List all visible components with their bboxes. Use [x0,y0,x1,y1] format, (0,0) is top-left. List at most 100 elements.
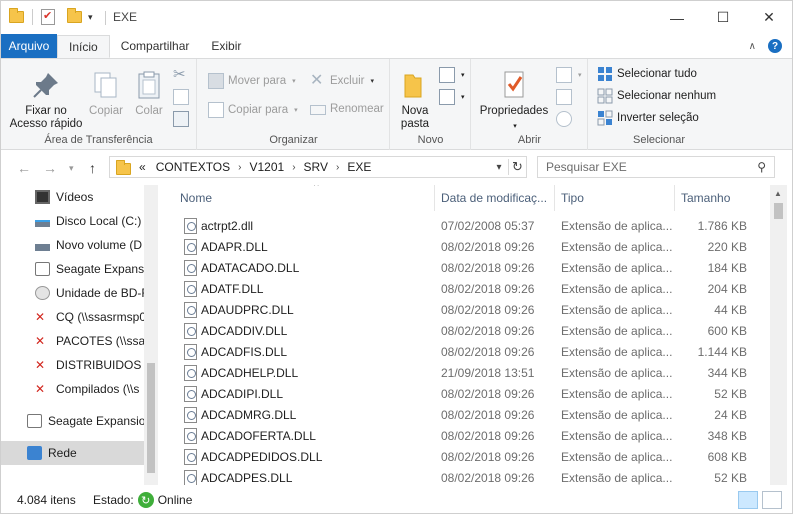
nav-item-pacotes[interactable]: ✕ PACOTES (\\ssas [1,329,144,353]
column-header-size[interactable]: Tamanho [675,185,755,211]
copy-to-button[interactable]: Copiar para ▾ [208,102,298,118]
nav-item-seagate-expansion-root[interactable]: Seagate Expansion [1,409,144,433]
breadcrumb-item[interactable]: EXE [347,160,371,174]
table-row[interactable]: ADCADMRG.DLL 08/02/2018 09:26 Extensão de … [158,405,770,426]
scroll-up-icon[interactable]: ▲ [774,189,782,198]
file-name: actrpt2.dll [201,219,254,233]
help-icon[interactable]: ? [768,39,782,53]
tab-share[interactable]: Compartilhar [110,34,201,58]
tab-home[interactable]: Início [57,35,110,58]
delete-button[interactable]: ✕ Excluir ▾ [310,73,374,89]
file-size: 220 KB [707,240,747,254]
file-modified: 08/02/2018 09:26 [441,261,535,275]
large-icons-view-icon[interactable] [762,491,782,509]
address-bar[interactable]: « CONTEXTOS › V1201 › SRV › EXE ▾ ↻ [109,156,527,178]
ribbon: Fixar no Acesso rápido Copiar Colar ✂ Ár… [1,58,792,150]
nav-item-volume-d[interactable]: Novo volume (D [1,233,144,257]
nav-item-network[interactable]: Rede [1,441,144,465]
new-item-button[interactable]: ▾ [439,67,465,83]
select-none-button[interactable]: Selecionar nenhum [597,88,716,104]
window-controls: — ☐ ✕ [654,1,792,34]
table-row[interactable]: ADCADPEDIDOS.DLL 08/02/2018 09:26 Extensão… [158,447,770,468]
copy-to-icon [208,102,224,118]
copy-button[interactable]: Copiar [85,69,127,118]
scrollbar-thumb[interactable] [774,203,783,219]
maximize-button[interactable]: ☐ [700,1,746,34]
open-button[interactable]: ▾ [556,67,582,83]
nav-item-cq[interactable]: ✕ CQ (\\ssasrmsp0 [1,305,144,329]
table-row[interactable]: ADAPR.DLL 08/02/2018 09:26 Extensão de apl… [158,237,770,258]
nav-item-local-disk-c[interactable]: Disco Local (C:) [1,209,144,233]
select-all-button[interactable]: Selecionar tudo [597,66,697,82]
chevron-up-icon[interactable]: ∧ [749,41,756,52]
file-size: 1.144 KB [697,345,747,359]
refresh-icon[interactable]: ↻ [508,159,526,175]
window-title: EXE [113,10,138,24]
history-button[interactable] [556,111,572,127]
tab-view[interactable]: Exibir [200,34,252,58]
file-name: ADCADDIV.DLL [201,324,288,338]
new-folder-quick-icon[interactable] [67,8,82,23]
nav-item-bd-drive[interactable]: Unidade de BD-R [1,281,144,305]
back-arrow-icon[interactable]: ← [17,160,31,176]
forward-arrow-icon[interactable]: → [43,160,57,176]
easy-access-button[interactable]: ▾ [439,89,465,105]
file-list-scrollbar[interactable]: ▲ [770,185,787,485]
nav-item-compilados[interactable]: ✕ Compilados (\\s [1,377,144,401]
file-type: Extensão de aplica... [561,324,673,338]
invert-selection-button[interactable]: Inverter seleção [597,110,699,126]
dll-file-icon [184,470,197,485]
chevron-right-icon[interactable]: › [336,162,339,173]
table-row[interactable]: actrpt2.dll 07/02/2008 05:37 Extensão de a… [158,216,770,237]
table-row[interactable]: ADATACADO.DLL 08/02/2018 09:26 Extensão de… [158,258,770,279]
recent-locations-icon[interactable]: ▾ [69,163,74,174]
breadcrumb-overflow[interactable]: « [139,160,146,174]
table-row[interactable]: ADCADOFERTA.DLL 08/02/2018 09:26 Extensão … [158,426,770,447]
dll-file-icon [184,218,197,234]
up-arrow-icon[interactable]: ↑ [89,160,96,176]
properties-button[interactable]: Propriedades ▾ [478,69,550,133]
column-header-type[interactable]: Tipo [555,185,675,211]
column-header-name[interactable]: ^ Nome [174,185,435,211]
close-button[interactable]: ✕ [746,1,792,34]
table-row[interactable]: ADCADFIS.DLL 08/02/2018 09:26 Extensão de … [158,342,770,363]
customize-toolbar-arrow-icon[interactable]: ▾ [88,12,93,23]
breadcrumb-item[interactable]: SRV [304,160,328,174]
table-row[interactable]: ADATF.DLL 08/02/2018 09:26 Extensão de apl… [158,279,770,300]
table-row[interactable]: ADCADDIV.DLL 08/02/2018 09:26 Extensão de … [158,321,770,342]
chevron-right-icon[interactable]: › [292,162,295,173]
paste-shortcut-button[interactable] [173,111,189,127]
file-modified: 21/09/2018 13:51 [441,366,535,380]
nav-item-seagate-expansion[interactable]: Seagate Expansio [1,257,144,281]
table-row[interactable]: ADCADHELP.DLL 21/09/2018 13:51 Extensão de… [158,363,770,384]
cut-button[interactable]: ✂ [173,67,189,83]
tab-file[interactable]: Arquivo [1,34,57,58]
table-row[interactable]: ADCADIPI.DLL 08/02/2018 09:26 Extensão de … [158,384,770,405]
minimize-button[interactable]: — [654,1,700,34]
breadcrumb-item[interactable]: CONTEXTOS [156,160,230,174]
navigation-bar: ← → ▾ ↑ « CONTEXTOS › V1201 › SRV › EXE … [1,151,792,185]
paste-button[interactable]: Colar [129,69,169,118]
search-input[interactable]: Pesquisar EXE ⚲ [537,156,775,178]
copy-path-button[interactable] [173,89,189,105]
details-view-icon[interactable] [738,491,758,509]
folder-icon [116,159,131,175]
address-dropdown-icon[interactable]: ▾ [490,162,508,173]
pin-quick-access-button[interactable]: Fixar no Acesso rápido [7,69,85,131]
rename-button[interactable]: Renomear [310,102,384,115]
chevron-right-icon[interactable]: › [238,162,241,173]
new-folder-button[interactable]: Nova pasta [395,69,435,131]
file-modified: 08/02/2018 09:26 [441,345,535,359]
properties-quick-icon[interactable] [41,9,55,25]
breadcrumb-item[interactable]: V1201 [250,160,285,174]
column-header-modified[interactable]: Data de modificaç... [435,185,555,211]
nav-item-distribuidos[interactable]: ✕ DISTRIBUIDOS (\ [1,353,144,377]
nav-item-videos[interactable]: Vídeos [1,185,144,209]
scrollbar-thumb[interactable] [147,363,155,473]
search-icon[interactable]: ⚲ [757,160,766,174]
navigation-pane-scrollbar[interactable] [144,185,158,485]
table-row[interactable]: ADCADPES.DLL 08/02/2018 09:26 Extensão de … [158,468,770,485]
edit-button[interactable] [556,89,572,105]
table-row[interactable]: ADAUDPRC.DLL 08/02/2018 09:26 Extensão de … [158,300,770,321]
move-to-button[interactable]: Mover para ▾ [208,73,296,89]
